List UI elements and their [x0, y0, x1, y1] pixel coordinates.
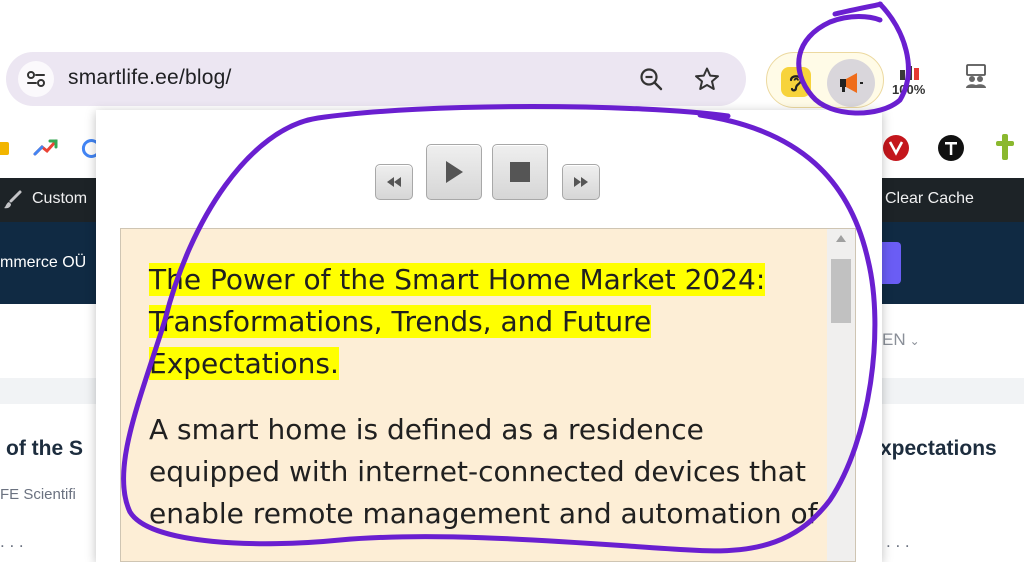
bookmark-t-dark[interactable] — [935, 132, 967, 164]
article-meta: FE Scientifi — [0, 486, 76, 503]
reader-highlighted-title: The Power of the Smart Home Market 2024:… — [149, 263, 766, 380]
reader-text-panel[interactable]: The Power of the Smart Home Market 2024:… — [120, 228, 856, 562]
stop-button[interactable] — [492, 144, 548, 200]
site-info-button[interactable] — [18, 61, 54, 97]
accounts-extension-button[interactable] — [962, 62, 990, 90]
reader-body-text: A smart home is defined as a residence e… — [149, 413, 818, 530]
scroll-thumb[interactable] — [831, 259, 851, 323]
green-t-icon — [996, 134, 1014, 160]
stop-icon — [510, 162, 530, 182]
address-bar[interactable]: smartlife.ee/blog/ — [6, 52, 746, 106]
article-text-clipped-right: . . . — [886, 540, 910, 551]
reader-scrollbar[interactable] — [827, 229, 855, 561]
extension-group — [766, 52, 884, 108]
bars-icon — [900, 66, 919, 80]
reader-content: The Power of the Smart Home Market 2024:… — [149, 259, 825, 535]
read-aloud-extension-button[interactable] — [827, 59, 875, 107]
scroll-up-arrow-icon[interactable] — [836, 235, 846, 242]
bookmark-trends[interactable] — [30, 132, 62, 164]
tune-icon — [27, 71, 45, 87]
zoom-extension-button[interactable]: 100% — [890, 60, 946, 104]
admin-clear-cache-link[interactable]: Clear Cache — [885, 190, 974, 208]
read-aloud-popup: The Power of the Smart Home Market 2024:… — [96, 110, 882, 562]
play-button[interactable] — [426, 144, 482, 200]
article-title-left[interactable]: of the S — [6, 437, 83, 461]
zoom-out-icon — [640, 68, 663, 91]
rewind-button[interactable] — [375, 164, 413, 200]
zoom-badge: 100% — [892, 82, 926, 97]
url-text[interactable]: smartlife.ee/blog/ — [68, 66, 232, 90]
star-icon — [695, 67, 719, 90]
zoom-button[interactable] — [636, 64, 666, 94]
people-card-icon — [966, 64, 986, 88]
fast-forward-icon — [574, 177, 588, 187]
fast-forward-button[interactable] — [562, 164, 600, 200]
article-text-clipped-left: . . . — [0, 540, 24, 551]
bookmark-star-button[interactable] — [692, 64, 722, 94]
ear-extension-button[interactable] — [781, 67, 811, 97]
trend-arrow-icon — [33, 139, 58, 156]
rewind-icon — [387, 177, 401, 187]
language-label: EN — [882, 330, 906, 349]
site-brand-text[interactable]: mmerce OÜ — [0, 254, 86, 272]
bookmark-folder[interactable] — [0, 132, 16, 164]
play-icon — [446, 161, 463, 183]
bookmark-t-green[interactable] — [990, 132, 1022, 164]
language-switcher[interactable]: EN ⌄ — [882, 330, 920, 350]
article-title-right[interactable]: xpectations — [880, 437, 997, 461]
ear-icon — [789, 75, 803, 92]
chevron-down-icon: ⌄ — [909, 334, 920, 348]
t-logo-icon — [938, 135, 964, 161]
red-logo-icon — [883, 135, 909, 161]
megaphone-icon — [840, 73, 863, 93]
bookmark-red[interactable] — [880, 132, 912, 164]
folder-icon — [0, 142, 9, 155]
brush-icon — [4, 190, 22, 209]
extensions-area: 100% — [766, 48, 1016, 112]
admin-customize-link[interactable]: Custom — [32, 190, 87, 208]
